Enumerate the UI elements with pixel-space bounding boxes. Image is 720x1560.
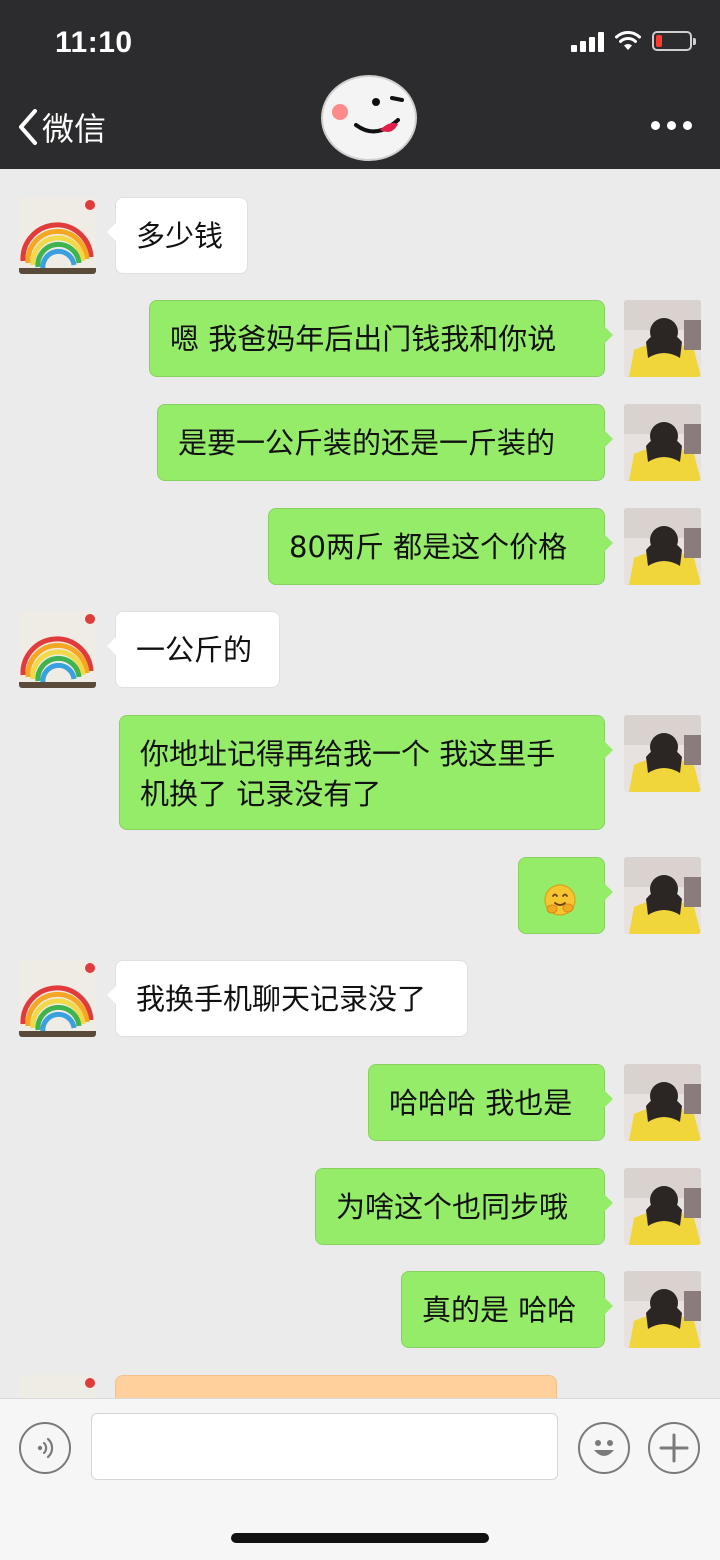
message-bubble-sent[interactable]: 嗯 我爸妈年后出门钱我和你说 xyxy=(149,300,613,377)
status-time: 11:10 xyxy=(55,26,133,59)
message-bubble-sent[interactable]: 你地址记得再给我一个 我这里手机换了 记录没有了 xyxy=(119,715,613,830)
emoji-button[interactable] xyxy=(578,1422,630,1474)
message-bubble-sent[interactable]: 真的是 哈哈 xyxy=(401,1271,613,1348)
hugging-face-emoji xyxy=(544,884,576,916)
chevron-left-icon xyxy=(19,109,37,145)
my-avatar[interactable] xyxy=(624,715,701,792)
voice-button[interactable] xyxy=(19,1422,71,1474)
friend-avatar[interactable] xyxy=(19,197,96,274)
message-bubble-sent-emoji[interactable] xyxy=(518,857,613,934)
friend-avatar[interactable] xyxy=(19,611,96,688)
home-indicator[interactable] xyxy=(231,1533,489,1543)
status-icons xyxy=(571,30,696,52)
navigation-header: 11:10 微信 xyxy=(0,0,720,169)
my-avatar[interactable] xyxy=(624,404,701,481)
friend-avatar[interactable] xyxy=(19,960,96,1037)
my-avatar[interactable] xyxy=(624,300,701,377)
my-avatar[interactable] xyxy=(624,1064,701,1141)
message-bubble-sent[interactable]: 为啥这个也同步哦 xyxy=(315,1168,613,1245)
friend-avatar[interactable] xyxy=(19,1375,96,1398)
cellular-signal-icon xyxy=(571,30,604,52)
message-bubble-sent[interactable]: 哈哈哈 我也是 xyxy=(368,1064,613,1141)
message-bubble-received[interactable]: 多少钱 xyxy=(107,197,248,274)
message-input[interactable] xyxy=(91,1413,558,1480)
my-avatar[interactable] xyxy=(624,1168,701,1245)
more-button[interactable] xyxy=(651,121,692,130)
chat-area[interactable]: 多少钱 嗯 我爸妈年后出门钱我和你说 是要一公斤装的还是一斤装的 80两斤 都是… xyxy=(0,169,720,1398)
input-toolbar xyxy=(0,1398,720,1560)
back-label: 微信 xyxy=(42,110,107,148)
my-avatar[interactable] xyxy=(624,508,701,585)
message-bubble-received[interactable]: 一公斤的 xyxy=(107,611,280,688)
voice-icon xyxy=(37,1437,54,1459)
battery-icon xyxy=(652,31,696,51)
message-bubble-received-card[interactable] xyxy=(115,1375,557,1398)
back-button[interactable]: 微信 xyxy=(18,104,106,150)
more-dots-icon xyxy=(651,121,660,130)
emoji-icon xyxy=(594,1440,614,1456)
message-bubble-sent[interactable]: 是要一公斤装的还是一斤装的 xyxy=(157,404,613,481)
message-bubble-received[interactable]: 我换手机聊天记录没了 xyxy=(107,960,468,1037)
plus-button[interactable] xyxy=(648,1422,700,1474)
contact-avatar[interactable] xyxy=(320,70,418,162)
my-avatar[interactable] xyxy=(624,1271,701,1348)
message-bubble-sent[interactable]: 80两斤 都是这个价格 xyxy=(268,508,613,585)
my-avatar[interactable] xyxy=(624,857,701,934)
wifi-icon xyxy=(615,31,641,50)
plus-icon xyxy=(659,1433,689,1463)
